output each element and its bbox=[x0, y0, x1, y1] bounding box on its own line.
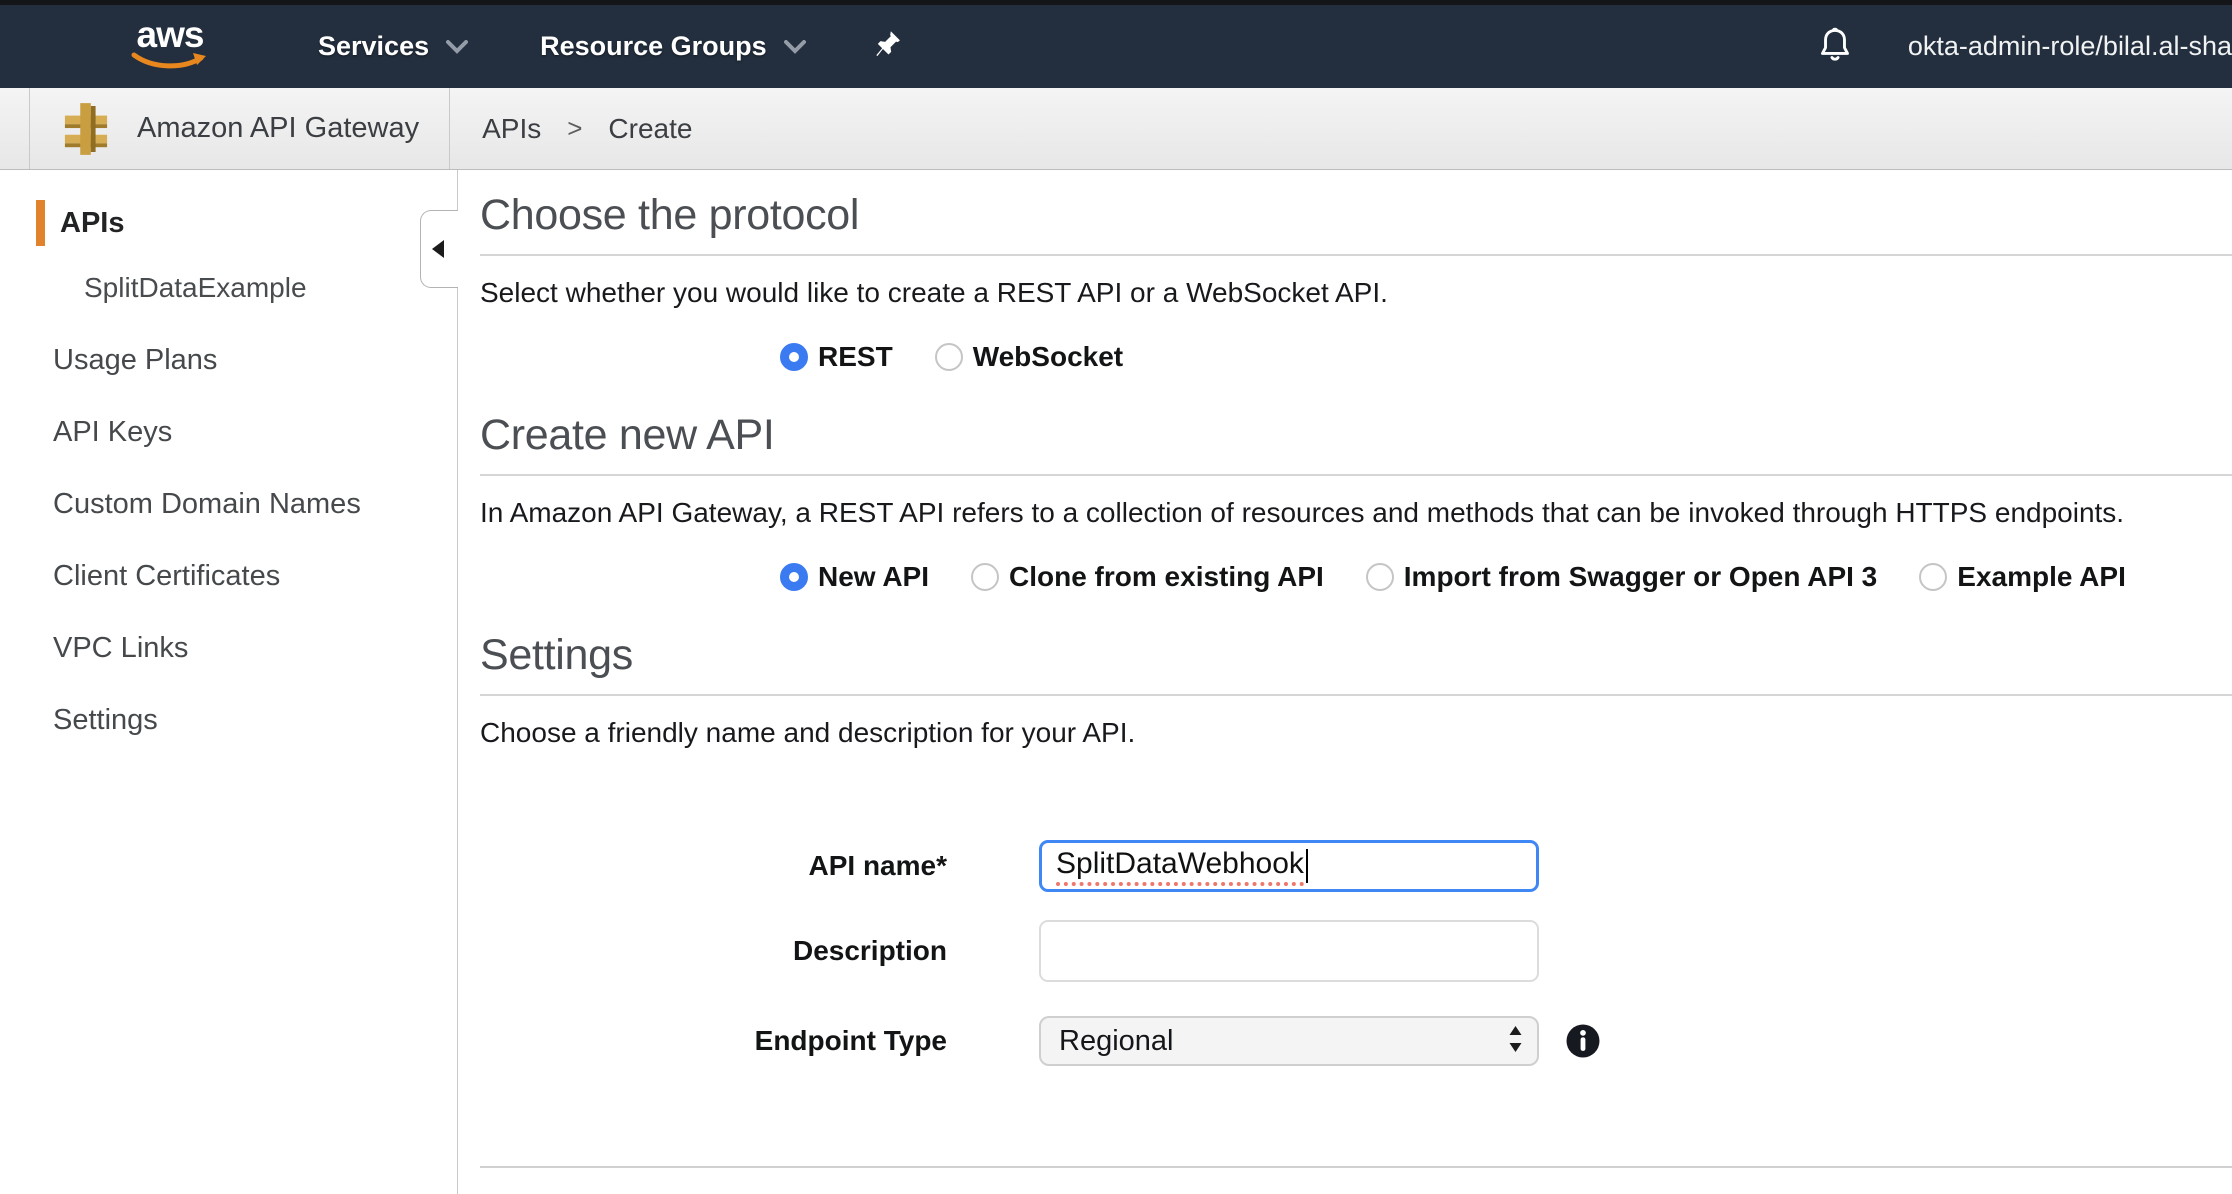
sidebar-collapse-button[interactable] bbox=[420, 210, 458, 288]
bottom-divider bbox=[480, 1166, 2232, 1168]
api-name-row: API name* SplitDataWebhook bbox=[480, 840, 2232, 892]
aws-console-navbar: aws Services Resource Groups okta-admin-… bbox=[0, 5, 2232, 88]
pin-icon[interactable] bbox=[874, 30, 904, 64]
section-divider bbox=[480, 474, 2232, 476]
select-stepper-icon bbox=[1508, 1025, 1523, 1058]
radio-selected-icon[interactable] bbox=[780, 563, 808, 591]
radio-option-example-api[interactable]: Example API bbox=[1919, 561, 2126, 593]
sidebar-item-client-certificates[interactable]: Client Certificates bbox=[53, 560, 457, 594]
collapse-left-icon bbox=[432, 240, 444, 258]
section-create-new-api: Create new API In Amazon API Gateway, a … bbox=[480, 410, 2232, 594]
radio-unselected-icon[interactable] bbox=[1366, 563, 1394, 591]
section-divider bbox=[480, 254, 2232, 256]
sidebar-item-apis[interactable]: APIs bbox=[0, 200, 457, 246]
nav-services[interactable]: Services bbox=[318, 31, 429, 62]
sidebar-item-label: APIs bbox=[60, 207, 124, 240]
radio-label: Clone from existing API bbox=[1009, 561, 1324, 593]
radio-option-new-api[interactable]: New API bbox=[780, 561, 929, 593]
radio-unselected-icon[interactable] bbox=[935, 343, 963, 371]
subnav-divider bbox=[449, 88, 450, 169]
page-body: APIs SplitDataExample Usage Plans API Ke… bbox=[0, 170, 2232, 1194]
breadcrumb: APIs > Create bbox=[482, 113, 692, 145]
sidebar-item-custom-domain-names[interactable]: Custom Domain Names bbox=[53, 488, 457, 522]
description-input[interactable] bbox=[1039, 920, 1539, 982]
radio-option-import-swagger[interactable]: Import from Swagger or Open API 3 bbox=[1366, 561, 1877, 593]
service-name[interactable]: Amazon API Gateway bbox=[137, 112, 419, 145]
api-name-input[interactable]: SplitDataWebhook bbox=[1039, 840, 1539, 892]
endpoint-type-select[interactable]: Regional bbox=[1039, 1016, 1539, 1066]
radio-unselected-icon[interactable] bbox=[1919, 563, 1947, 591]
aws-logo-text: aws bbox=[137, 18, 204, 52]
create-api-radio-group: New API Clone from existing API Import f… bbox=[780, 560, 2232, 594]
section-settings: Settings Choose a friendly name and desc… bbox=[480, 630, 2232, 1168]
section-title: Settings bbox=[480, 630, 2232, 680]
service-subnav: Amazon API Gateway APIs > Create bbox=[0, 88, 2232, 170]
sidebar-item-splitdataexample[interactable]: SplitDataExample bbox=[84, 272, 457, 306]
section-description: Choose a friendly name and description f… bbox=[480, 716, 2232, 750]
nav-resource-groups[interactable]: Resource Groups bbox=[540, 31, 767, 62]
active-item-accent-bar bbox=[36, 200, 45, 246]
bell-icon[interactable] bbox=[1814, 25, 1856, 69]
api-name-label: API name* bbox=[480, 850, 947, 882]
section-choose-protocol: Choose the protocol Select whether you w… bbox=[480, 190, 2232, 374]
endpoint-type-value: Regional bbox=[1059, 1025, 1508, 1058]
aws-logo[interactable]: aws bbox=[128, 18, 212, 75]
endpoint-type-label: Endpoint Type bbox=[480, 1025, 947, 1057]
sidebar-item-usage-plans[interactable]: Usage Plans bbox=[53, 344, 457, 378]
radio-label: WebSocket bbox=[973, 341, 1123, 373]
radio-label: REST bbox=[818, 341, 893, 373]
section-title: Create new API bbox=[480, 410, 2232, 460]
aws-smile-icon bbox=[131, 52, 209, 75]
account-menu[interactable]: okta-admin-role/bilal.al-sha bbox=[1908, 31, 2232, 62]
description-row: Description bbox=[480, 920, 2232, 982]
subnav-left-edge bbox=[0, 88, 30, 169]
breadcrumb-apis[interactable]: APIs bbox=[482, 113, 541, 145]
api-gateway-icon bbox=[63, 103, 109, 155]
info-icon[interactable] bbox=[1565, 1023, 1601, 1059]
radio-label: New API bbox=[818, 561, 929, 593]
description-label: Description bbox=[480, 935, 947, 967]
sidebar: APIs SplitDataExample Usage Plans API Ke… bbox=[0, 170, 458, 1194]
breadcrumb-create: Create bbox=[608, 113, 692, 145]
radio-option-clone[interactable]: Clone from existing API bbox=[971, 561, 1324, 593]
section-divider bbox=[480, 694, 2232, 696]
radio-option-websocket[interactable]: WebSocket bbox=[935, 341, 1123, 373]
section-description: Select whether you would like to create … bbox=[480, 276, 2232, 310]
protocol-radio-group: REST WebSocket bbox=[780, 340, 2232, 374]
endpoint-type-row: Endpoint Type Regional bbox=[480, 1016, 2232, 1066]
api-name-value: SplitDataWebhook bbox=[1056, 847, 1304, 886]
sidebar-item-api-keys[interactable]: API Keys bbox=[53, 416, 457, 450]
text-cursor bbox=[1306, 849, 1308, 883]
sidebar-item-settings[interactable]: Settings bbox=[53, 704, 457, 738]
breadcrumb-separator: > bbox=[567, 113, 582, 144]
main-panel: Choose the protocol Select whether you w… bbox=[458, 170, 2232, 1194]
section-title: Choose the protocol bbox=[480, 190, 2232, 240]
radio-unselected-icon[interactable] bbox=[971, 563, 999, 591]
radio-label: Import from Swagger or Open API 3 bbox=[1404, 561, 1877, 593]
settings-form: API name* SplitDataWebhook Description bbox=[480, 840, 2232, 1066]
chevron-down-icon[interactable] bbox=[446, 40, 468, 54]
radio-label: Example API bbox=[1957, 561, 2126, 593]
radio-option-rest[interactable]: REST bbox=[780, 341, 893, 373]
section-description: In Amazon API Gateway, a REST API refers… bbox=[480, 496, 2232, 530]
sidebar-item-vpc-links[interactable]: VPC Links bbox=[53, 632, 457, 666]
radio-selected-icon[interactable] bbox=[780, 343, 808, 371]
chevron-down-icon[interactable] bbox=[784, 40, 806, 54]
